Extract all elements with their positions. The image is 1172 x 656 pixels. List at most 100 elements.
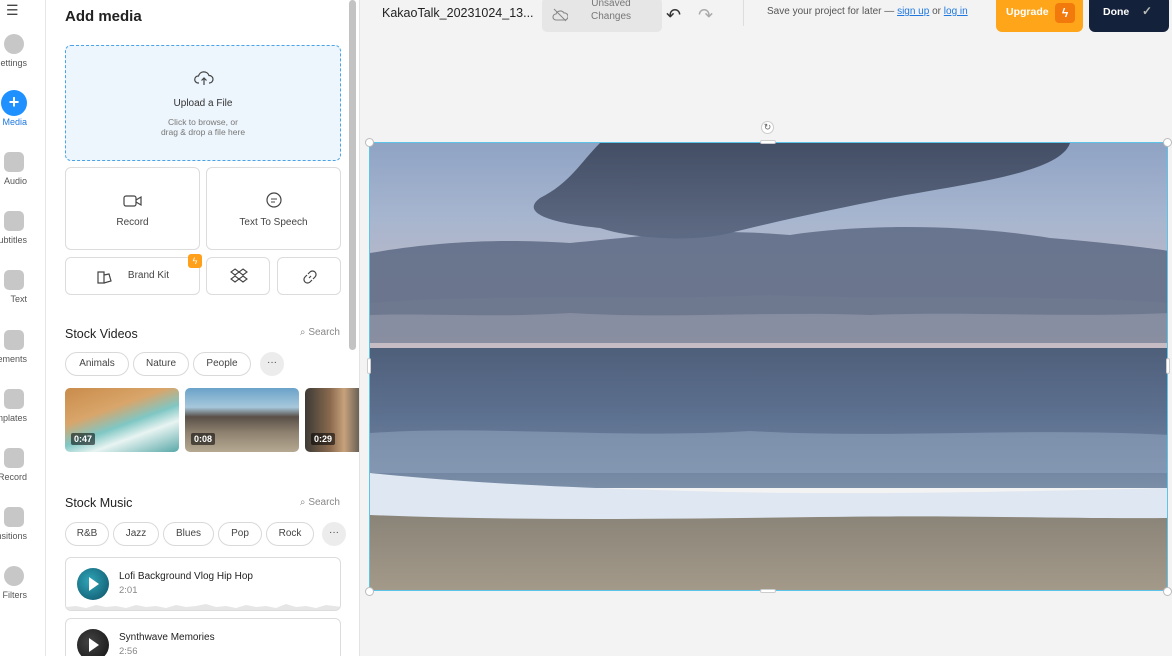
left-rail: ☰ ettings Media Audio ubtitles Text leme… (0, 0, 46, 656)
templates-icon (4, 389, 24, 409)
save-prompt-text: Save your project for later — (767, 6, 895, 17)
sign-up-link[interactable]: sign up (897, 6, 929, 17)
play-icon[interactable] (77, 568, 109, 600)
shapes-icon (4, 330, 24, 350)
rail-item-subtitles[interactable]: ubtitles (0, 211, 45, 267)
cloud-off-icon (552, 8, 568, 22)
undo-icon[interactable]: ↶ (666, 5, 681, 26)
stock-video-thumbnail[interactable]: 0:47 (65, 388, 179, 452)
chip-rock[interactable]: Rock (266, 522, 314, 546)
camera-icon (123, 195, 142, 207)
stock-video-thumbnail[interactable]: 0:08 (185, 388, 299, 452)
more-genres-button[interactable]: ··· (322, 522, 346, 546)
rail-item-record[interactable]: Record (0, 448, 45, 504)
link-icon (303, 270, 317, 284)
stock-video-thumbnail[interactable]: 0:29 (305, 388, 359, 452)
rail-item-elements[interactable]: lements (0, 330, 45, 386)
rail-item-label: ubtitles (0, 235, 27, 245)
more-categories-button[interactable]: ··· (260, 352, 284, 376)
project-filename[interactable]: KakaoTalk_20231024_13... (382, 6, 534, 20)
redo-icon[interactable]: ↷ (698, 5, 713, 26)
gear-icon (4, 34, 24, 54)
resize-handle[interactable] (1163, 587, 1172, 596)
dropbox-button[interactable] (206, 257, 270, 295)
rail-item-text[interactable]: Text (0, 270, 45, 326)
resize-handle[interactable] (367, 358, 371, 374)
waveform (66, 604, 340, 610)
divider (743, 0, 744, 26)
music-track[interactable]: Synthwave Memories 2:56 (65, 618, 341, 656)
chip-people[interactable]: People (193, 352, 251, 376)
chip-nature[interactable]: Nature (133, 352, 189, 376)
track-duration: 2:01 (119, 585, 138, 596)
video-duration: 0:08 (191, 433, 216, 445)
video-duration: 0:29 (311, 433, 336, 445)
rail-item-label: Media (2, 117, 27, 127)
chip-jazz[interactable]: Jazz (113, 522, 159, 546)
lightning-icon: ϟ (1055, 3, 1075, 23)
hamburger-menu-icon[interactable]: ☰ (6, 2, 19, 19)
resize-handle[interactable] (760, 589, 776, 593)
upload-hint: Click to browse, or drag & drop a file h… (66, 117, 340, 137)
search-icon: ⌕ (299, 497, 306, 508)
upload-title: Upload a File (173, 98, 233, 109)
rail-item-settings[interactable]: ettings (0, 34, 45, 90)
rail-item-templates[interactable]: mplates (0, 389, 45, 445)
subtitles-icon (4, 211, 24, 231)
upgrade-label: Upgrade (1006, 6, 1049, 18)
rail-item-media[interactable]: Media (0, 90, 45, 149)
music-note-icon (4, 152, 24, 172)
rail-item-filters[interactable]: Filters (0, 566, 45, 622)
chip-pop[interactable]: Pop (218, 522, 262, 546)
rotate-handle-icon[interactable]: ↻ (761, 121, 774, 134)
chip-animals[interactable]: Animals (65, 352, 129, 376)
video-canvas[interactable] (369, 142, 1168, 591)
rail-item-label: Audio (3, 176, 27, 186)
plus-icon (1, 90, 27, 116)
search-label: Search (308, 497, 340, 508)
stock-music-search[interactable]: ⌕ Search (300, 497, 340, 508)
track-name: Synthwave Memories (119, 632, 215, 643)
rail-item-label: Text (10, 294, 27, 304)
rail-item-audio[interactable]: Audio (0, 152, 45, 208)
upload-dropzone[interactable]: Upload a File Click to browse, or drag &… (65, 45, 341, 161)
chip-blues[interactable]: Blues (163, 522, 214, 546)
speech-bubble-icon (266, 192, 282, 208)
unsaved-text-line: Unsaved (591, 0, 631, 9)
stock-videos-search[interactable]: ⌕ Search (300, 327, 340, 338)
unsaved-changes-indicator: Unsaved Changes (542, 0, 662, 32)
track-name: Lofi Background Vlog Hip Hop (119, 571, 253, 582)
track-duration: 2:56 (119, 646, 138, 656)
beach-video-frame (370, 143, 1167, 590)
play-icon[interactable] (77, 629, 109, 656)
panel-scrollbar[interactable] (349, 0, 356, 350)
music-track[interactable]: Lofi Background Vlog Hip Hop 2:01 (65, 557, 341, 611)
resize-handle[interactable] (1163, 138, 1172, 147)
resize-handle[interactable] (1166, 358, 1170, 374)
check-icon: ✓ (1142, 4, 1153, 18)
rail-item-label: ansitions (0, 531, 27, 541)
record-button[interactable]: Record (65, 167, 200, 250)
video-duration: 0:47 (71, 433, 96, 445)
brand-kit-button[interactable]: Brand Kit (65, 257, 200, 295)
resize-handle[interactable] (365, 587, 374, 596)
dropbox-icon (230, 268, 248, 283)
unsaved-text: Unsaved Changes (590, 0, 632, 23)
rail-item-transitions[interactable]: ansitions (0, 507, 45, 563)
text-to-speech-button[interactable]: Text To Speech (206, 167, 341, 250)
text-to-speech-label: Text To Speech (239, 217, 308, 228)
chip-rnb[interactable]: R&B (65, 522, 109, 546)
upgrade-button[interactable]: Upgrade ϟ (996, 0, 1083, 32)
rail-item-label: Record (0, 472, 27, 482)
resize-handle[interactable] (365, 138, 374, 147)
resize-handle[interactable] (760, 140, 776, 144)
upload-hint-line: drag & drop a file here (160, 127, 246, 137)
search-label: Search (308, 327, 340, 338)
log-in-link[interactable]: log in (944, 6, 968, 17)
add-media-panel: Add media Upload a File Click to browse,… (46, 0, 360, 656)
link-button[interactable] (277, 257, 341, 295)
done-button[interactable]: Done ✓ (1089, 0, 1169, 32)
search-icon: ⌕ (299, 327, 306, 338)
stock-videos-title: Stock Videos (65, 327, 138, 341)
cloud-upload-icon (194, 71, 214, 85)
